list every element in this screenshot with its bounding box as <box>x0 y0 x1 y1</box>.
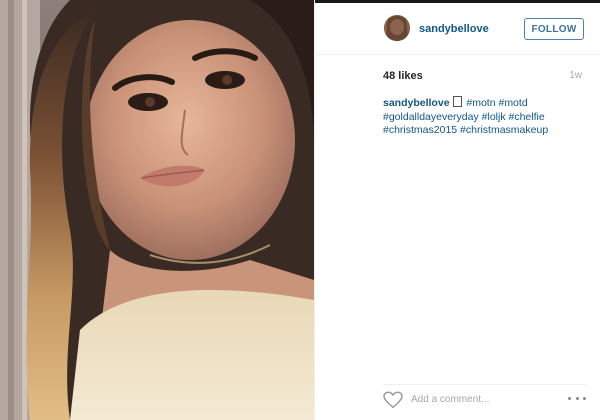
comment-bar <box>383 384 586 413</box>
avatar-image <box>384 15 410 41</box>
likes-count[interactable]: 48 likes <box>383 70 423 82</box>
caption-tags-3[interactable]: #christmas2015 #christmasmakeup <box>383 124 548 136</box>
caption-username[interactable]: sandybellove <box>383 97 450 109</box>
instagram-post-modal: sandybellove FOLLOW 48 likes 1w sandybel… <box>0 0 600 420</box>
dot-icon <box>575 396 579 400</box>
header-username[interactable]: sandybellove <box>419 23 489 35</box>
dot-icon <box>568 396 571 400</box>
post-photo[interactable] <box>0 0 314 420</box>
avatar[interactable] <box>384 15 410 41</box>
caption-tags-2[interactable]: #goldalldayeveryday #loljk #chelfie <box>383 111 545 123</box>
caption-tags-1[interactable]: #motn #motd <box>466 97 527 109</box>
follow-button[interactable]: FOLLOW <box>524 18 584 40</box>
post-header: sandybellove FOLLOW <box>315 3 600 55</box>
post-sidebar: sandybellove FOLLOW 48 likes 1w sandybel… <box>314 0 600 420</box>
selfie-image <box>0 0 314 420</box>
more-options-icon[interactable] <box>568 395 586 401</box>
heart-icon[interactable] <box>383 391 403 409</box>
post-timestamp[interactable]: 1w <box>569 70 582 81</box>
dot-icon <box>583 396 586 400</box>
comment-input[interactable] <box>411 391 531 407</box>
post-caption: sandybellove #motn #motd #goldalldayever… <box>383 96 583 138</box>
emoji-icon <box>453 96 463 107</box>
post-stats: 48 likes 1w <box>383 70 582 86</box>
